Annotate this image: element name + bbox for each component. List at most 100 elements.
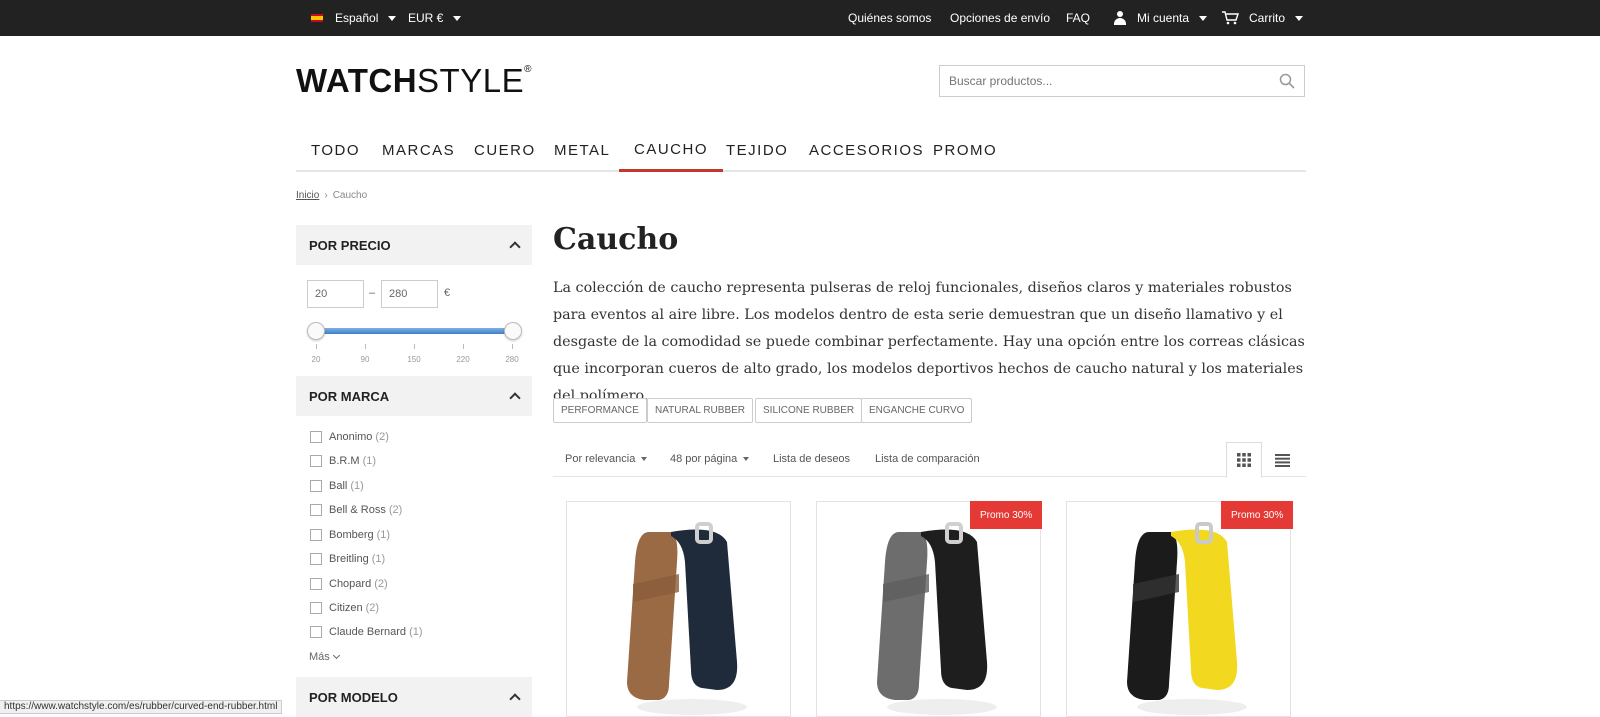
slider-tick [316,344,317,349]
watch-strap-image [1127,522,1247,715]
promo-badge: Promo 30% [970,501,1043,529]
brand-filter-item[interactable]: Breitling (1) [310,550,385,568]
price-filter-header[interactable]: POR PRECIO [296,225,532,265]
checkbox[interactable] [310,431,322,443]
checkbox[interactable] [310,504,322,516]
price-slider-min-handle[interactable] [307,322,325,340]
cart-label: Carrito [1249,11,1286,25]
currency-selector[interactable]: EUR € [408,0,462,36]
product-card[interactable] [566,501,791,717]
sort-dropdown[interactable]: Por relevancia [565,442,648,476]
brand-filter-title: POR MARCA [309,388,390,404]
tag-natural-rubber[interactable]: NATURAL RUBBER [647,398,754,423]
brand-filter-item[interactable]: Anonimo (2) [310,428,389,446]
slider-tick [414,344,415,349]
slider-tick-label: 150 [407,355,421,364]
price-max-input[interactable] [381,280,438,308]
brand-name: Chopard [329,578,372,590]
cart-icon [1222,11,1239,25]
faq-link-label: FAQ [1066,11,1091,25]
tag-enganche-curvo[interactable]: ENGANCHE CURVO [861,398,973,423]
currency-label: EUR € [408,11,444,25]
brand-count: (1) [409,626,423,638]
list-view-button[interactable] [1264,442,1300,478]
brand-filter-item[interactable]: Bell & Ross (2) [310,501,402,519]
shipping-link[interactable]: Opciones de envío [950,0,1050,36]
brand-name: B.R.M [329,455,360,467]
brand-count: (2) [365,602,380,614]
product-card[interactable] [1066,501,1291,717]
breadcrumb-home[interactable]: Inicio [296,190,319,201]
chevron-up-icon [509,693,521,705]
caret-down-icon [641,457,648,461]
search-input[interactable] [940,66,1304,96]
tab-tejido[interactable]: TEJIDO [711,130,803,170]
brand-count: (2) [374,578,388,590]
account-label: Mi cuenta [1137,11,1190,25]
brand-filter-item[interactable]: Citizen (2) [310,599,379,617]
slider-tick [512,344,513,349]
language-selector[interactable]: Español [311,0,397,36]
price-min-input[interactable] [307,280,364,308]
caret-down-icon [388,15,397,21]
per-page-label: 48 por página [670,453,738,465]
search-icon[interactable] [1279,73,1295,89]
price-filter-title: POR PRECIO [309,237,391,253]
brand-name: Bell & Ross [329,504,386,516]
compare-link[interactable]: Lista de comparación [875,442,980,476]
brand-name: Breitling [329,553,369,565]
brand-filter-item[interactable]: Bomberg (1) [310,526,390,544]
about-link[interactable]: Quiénes somos [848,0,931,36]
caret-down-icon [1295,15,1304,21]
logo-bold-text: WATCH [296,62,418,99]
per-page-dropdown[interactable]: 48 por página [670,442,750,476]
category-description: La colección de caucho representa pulser… [553,280,1305,404]
model-filter-header[interactable]: POR MODELO [296,677,532,717]
brand-name: Bomberg [329,529,374,541]
brand-filter-item[interactable]: Chopard (2) [310,575,388,593]
price-slider-max-handle[interactable] [504,322,522,340]
watch-strap-image [627,522,747,715]
top-bar: Español EUR € Quiénes somos Opciones de … [0,0,1600,36]
checkbox[interactable] [310,553,322,565]
tab-todo[interactable]: TODO [296,130,375,170]
promo-badge: Promo 30% [1221,501,1294,529]
brand-name: Citizen [329,602,363,614]
tab-promo[interactable]: PROMO [918,130,1012,170]
slider-tick [365,344,366,349]
faq-link[interactable]: FAQ [1066,0,1090,36]
status-bar-url: https://www.watchstyle.com/es/rubber/cur… [0,700,283,714]
page-title: Caucho [553,222,679,257]
product-card[interactable] [816,501,1041,717]
slider-tick-label: 90 [360,355,370,364]
checkbox[interactable] [310,480,322,492]
caret-down-icon [1199,15,1208,21]
tag-silicone-rubber[interactable]: SILICONE RUBBER [755,398,863,423]
tab-marcas[interactable]: MARCAS [367,130,470,170]
tab-cuero[interactable]: CUERO [459,130,551,170]
account-menu[interactable]: Mi cuenta [1113,0,1208,36]
brand-filter-header[interactable]: POR MARCA [296,376,532,416]
language-label: Español [335,11,379,25]
price-slider-track[interactable] [315,328,513,334]
tag-performance[interactable]: PERFORMANCE [553,398,647,423]
compare-label: Lista de comparación [875,453,980,465]
brand-more-link[interactable]: Más [309,651,340,663]
brand-filter-item[interactable]: Ball (1) [310,477,364,495]
about-link-label: Quiénes somos [848,11,932,25]
checkbox[interactable] [310,529,322,541]
user-icon [1113,11,1127,25]
checkbox[interactable] [310,455,322,467]
tab-caucho[interactable]: CAUCHO [619,130,724,172]
checkbox[interactable] [310,578,322,590]
brand-filter-item[interactable]: Claude Bernard (1) [310,623,423,641]
more-label: Más [309,651,330,663]
checkbox[interactable] [310,626,322,638]
grid-view-button[interactable] [1226,442,1262,478]
checkbox[interactable] [310,602,322,614]
cart-menu[interactable]: Carrito [1221,0,1304,36]
tab-metal[interactable]: METAL [539,130,625,170]
wishlist-link[interactable]: Lista de deseos [773,442,850,476]
brand-filter-item[interactable]: B.R.M (1) [310,452,376,470]
site-logo[interactable]: WATCHSTYLE® [296,62,532,100]
